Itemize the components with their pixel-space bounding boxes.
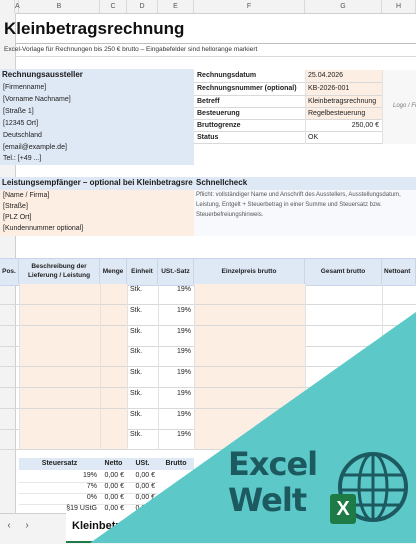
excel-badge-icon: X: [330, 494, 356, 524]
tax-row-net: 0,00 €: [100, 503, 127, 513]
tax-row-rate: §19 UStG: [19, 503, 100, 513]
sheet-tab-active[interactable]: Kleinbetra: [66, 513, 132, 543]
item-input-area[interactable]: [19, 409, 127, 429]
issuer-line[interactable]: [12345 Ort]: [0, 118, 194, 130]
column-header-B[interactable]: B: [19, 0, 100, 13]
th-description: Beschreibung der Lieferung / Leistung: [19, 258, 100, 284]
item-vat-rate[interactable]: 19%: [158, 409, 194, 421]
item-unit[interactable]: Stk.: [127, 346, 158, 358]
item-unit[interactable]: Stk.: [127, 409, 158, 421]
item-vat-rate[interactable]: 19%: [158, 284, 194, 296]
item-unit[interactable]: Stk.: [127, 326, 158, 338]
column-header-F[interactable]: F: [194, 0, 305, 13]
item-row: Stk. 19%: [0, 367, 416, 388]
next-sheet-icon[interactable]: ›: [20, 519, 34, 533]
issuer-line[interactable]: [Vorname Nachname]: [0, 94, 194, 106]
item-unit[interactable]: Stk.: [127, 367, 158, 379]
item-row: Stk. 19%: [0, 326, 416, 347]
item-vat-rate[interactable]: 19%: [158, 305, 194, 317]
item-row: Stk. 19%: [0, 346, 416, 367]
brand-word-welt: Welt: [228, 481, 307, 519]
page-subtitle: Excel-Vorlage für Rechnungen bis 250 € b…: [4, 46, 258, 53]
item-unit-price-input[interactable]: [194, 326, 305, 346]
th-description-line2: Lieferung / Leistung: [27, 272, 91, 279]
issuer-line[interactable]: Deutschland: [0, 130, 194, 142]
item-row: Stk. 19%: [0, 429, 416, 450]
item-unit-price-input[interactable]: [194, 409, 305, 429]
meta-value-invoice-number[interactable]: KB-2026-001: [305, 83, 382, 95]
meta-label-invoice-number: Rechnungsnummer (optional): [197, 85, 297, 92]
tax-row-vat: 0,00 €: [127, 503, 158, 513]
item-unit-price-input[interactable]: [194, 388, 305, 408]
spreadsheet-grid[interactable]: A B C D E F G H Kleinbetragsrechnung Exc…: [0, 0, 416, 513]
column-header-D[interactable]: D: [127, 0, 158, 13]
th-unit: Einheit: [127, 258, 158, 284]
tax-th-vat: USt.: [135, 460, 150, 467]
item-row: Stk. 19%: [0, 388, 416, 409]
issuer-line[interactable]: [Straße 1]: [0, 106, 194, 118]
item-unit[interactable]: Stk.: [127, 284, 158, 296]
column-header-H[interactable]: H: [382, 0, 416, 13]
th-pos: Pos.: [0, 258, 19, 284]
item-vat-rate[interactable]: 19%: [158, 346, 194, 358]
issuer-section-header: Rechnungsaussteller: [0, 69, 194, 82]
item-vat-rate[interactable]: 19%: [158, 367, 194, 379]
th-unit-price-gross: Einzelpreis brutto: [194, 258, 305, 284]
th-total-gross: Gesamt brutto: [305, 258, 382, 284]
item-row: Stk. 19%: [0, 284, 416, 305]
quickcheck-line: Steuerbefreiungshinweis.: [196, 212, 264, 218]
column-header-G[interactable]: G: [305, 0, 382, 13]
item-input-area[interactable]: [19, 284, 127, 304]
brand-word-excel: Excel: [228, 445, 318, 483]
item-row: Stk. 19%: [0, 409, 416, 430]
th-quantity: Menge: [100, 258, 127, 284]
item-unit-price-input[interactable]: [194, 305, 305, 325]
meta-label-date: Rechnungsdatum: [197, 72, 257, 79]
item-input-area[interactable]: [19, 367, 127, 387]
item-input-area[interactable]: [19, 388, 127, 408]
item-unit-price-input[interactable]: [194, 346, 305, 366]
item-unit-price-input[interactable]: [194, 367, 305, 387]
prev-sheet-icon[interactable]: ‹: [2, 519, 16, 533]
select-all-corner[interactable]: [0, 0, 15, 13]
issuer-line[interactable]: Tel.: [+49 ...]: [0, 153, 194, 165]
logo-placeholder: Logo / Fi: [393, 103, 416, 109]
item-unit[interactable]: Stk.: [127, 388, 158, 400]
item-input-area[interactable]: [19, 305, 127, 325]
item-input-area[interactable]: [19, 326, 127, 346]
column-header-C[interactable]: C: [100, 0, 127, 13]
item-vat-rate[interactable]: 19%: [158, 429, 194, 441]
meta-value-date[interactable]: 25.04.2026: [305, 70, 382, 82]
item-vat-rate[interactable]: 19%: [158, 326, 194, 338]
item-vat-rate[interactable]: 19%: [158, 388, 194, 400]
th-description-line1: Beschreibung der: [31, 263, 87, 270]
tax-th-rate: Steuersatz: [41, 460, 78, 467]
item-unit[interactable]: Stk.: [127, 429, 158, 441]
item-unit[interactable]: Stk.: [127, 305, 158, 317]
item-row: Stk. 19%: [0, 305, 416, 326]
item-input-area[interactable]: [19, 429, 127, 449]
item-unit-price-input[interactable]: [194, 284, 305, 304]
tax-th-net: Netto: [104, 460, 123, 467]
column-header-bar: A B C D E F G H: [0, 0, 416, 14]
recipient-section-header: Leistungsempfänger – optional bei Kleinb…: [0, 177, 194, 190]
page-title: Kleinbetragsrechnung: [4, 19, 185, 38]
recipient-line[interactable]: [Kundennummer optional]: [0, 223, 194, 235]
tax-th-gross: Brutto: [165, 460, 187, 467]
column-header-E[interactable]: E: [158, 0, 194, 13]
issuer-line[interactable]: [Firmenname]: [0, 82, 194, 94]
th-net-share: Nettoant: [382, 258, 416, 284]
th-vat-rate: USt.-Satz: [158, 258, 194, 284]
item-input-area[interactable]: [19, 346, 127, 366]
